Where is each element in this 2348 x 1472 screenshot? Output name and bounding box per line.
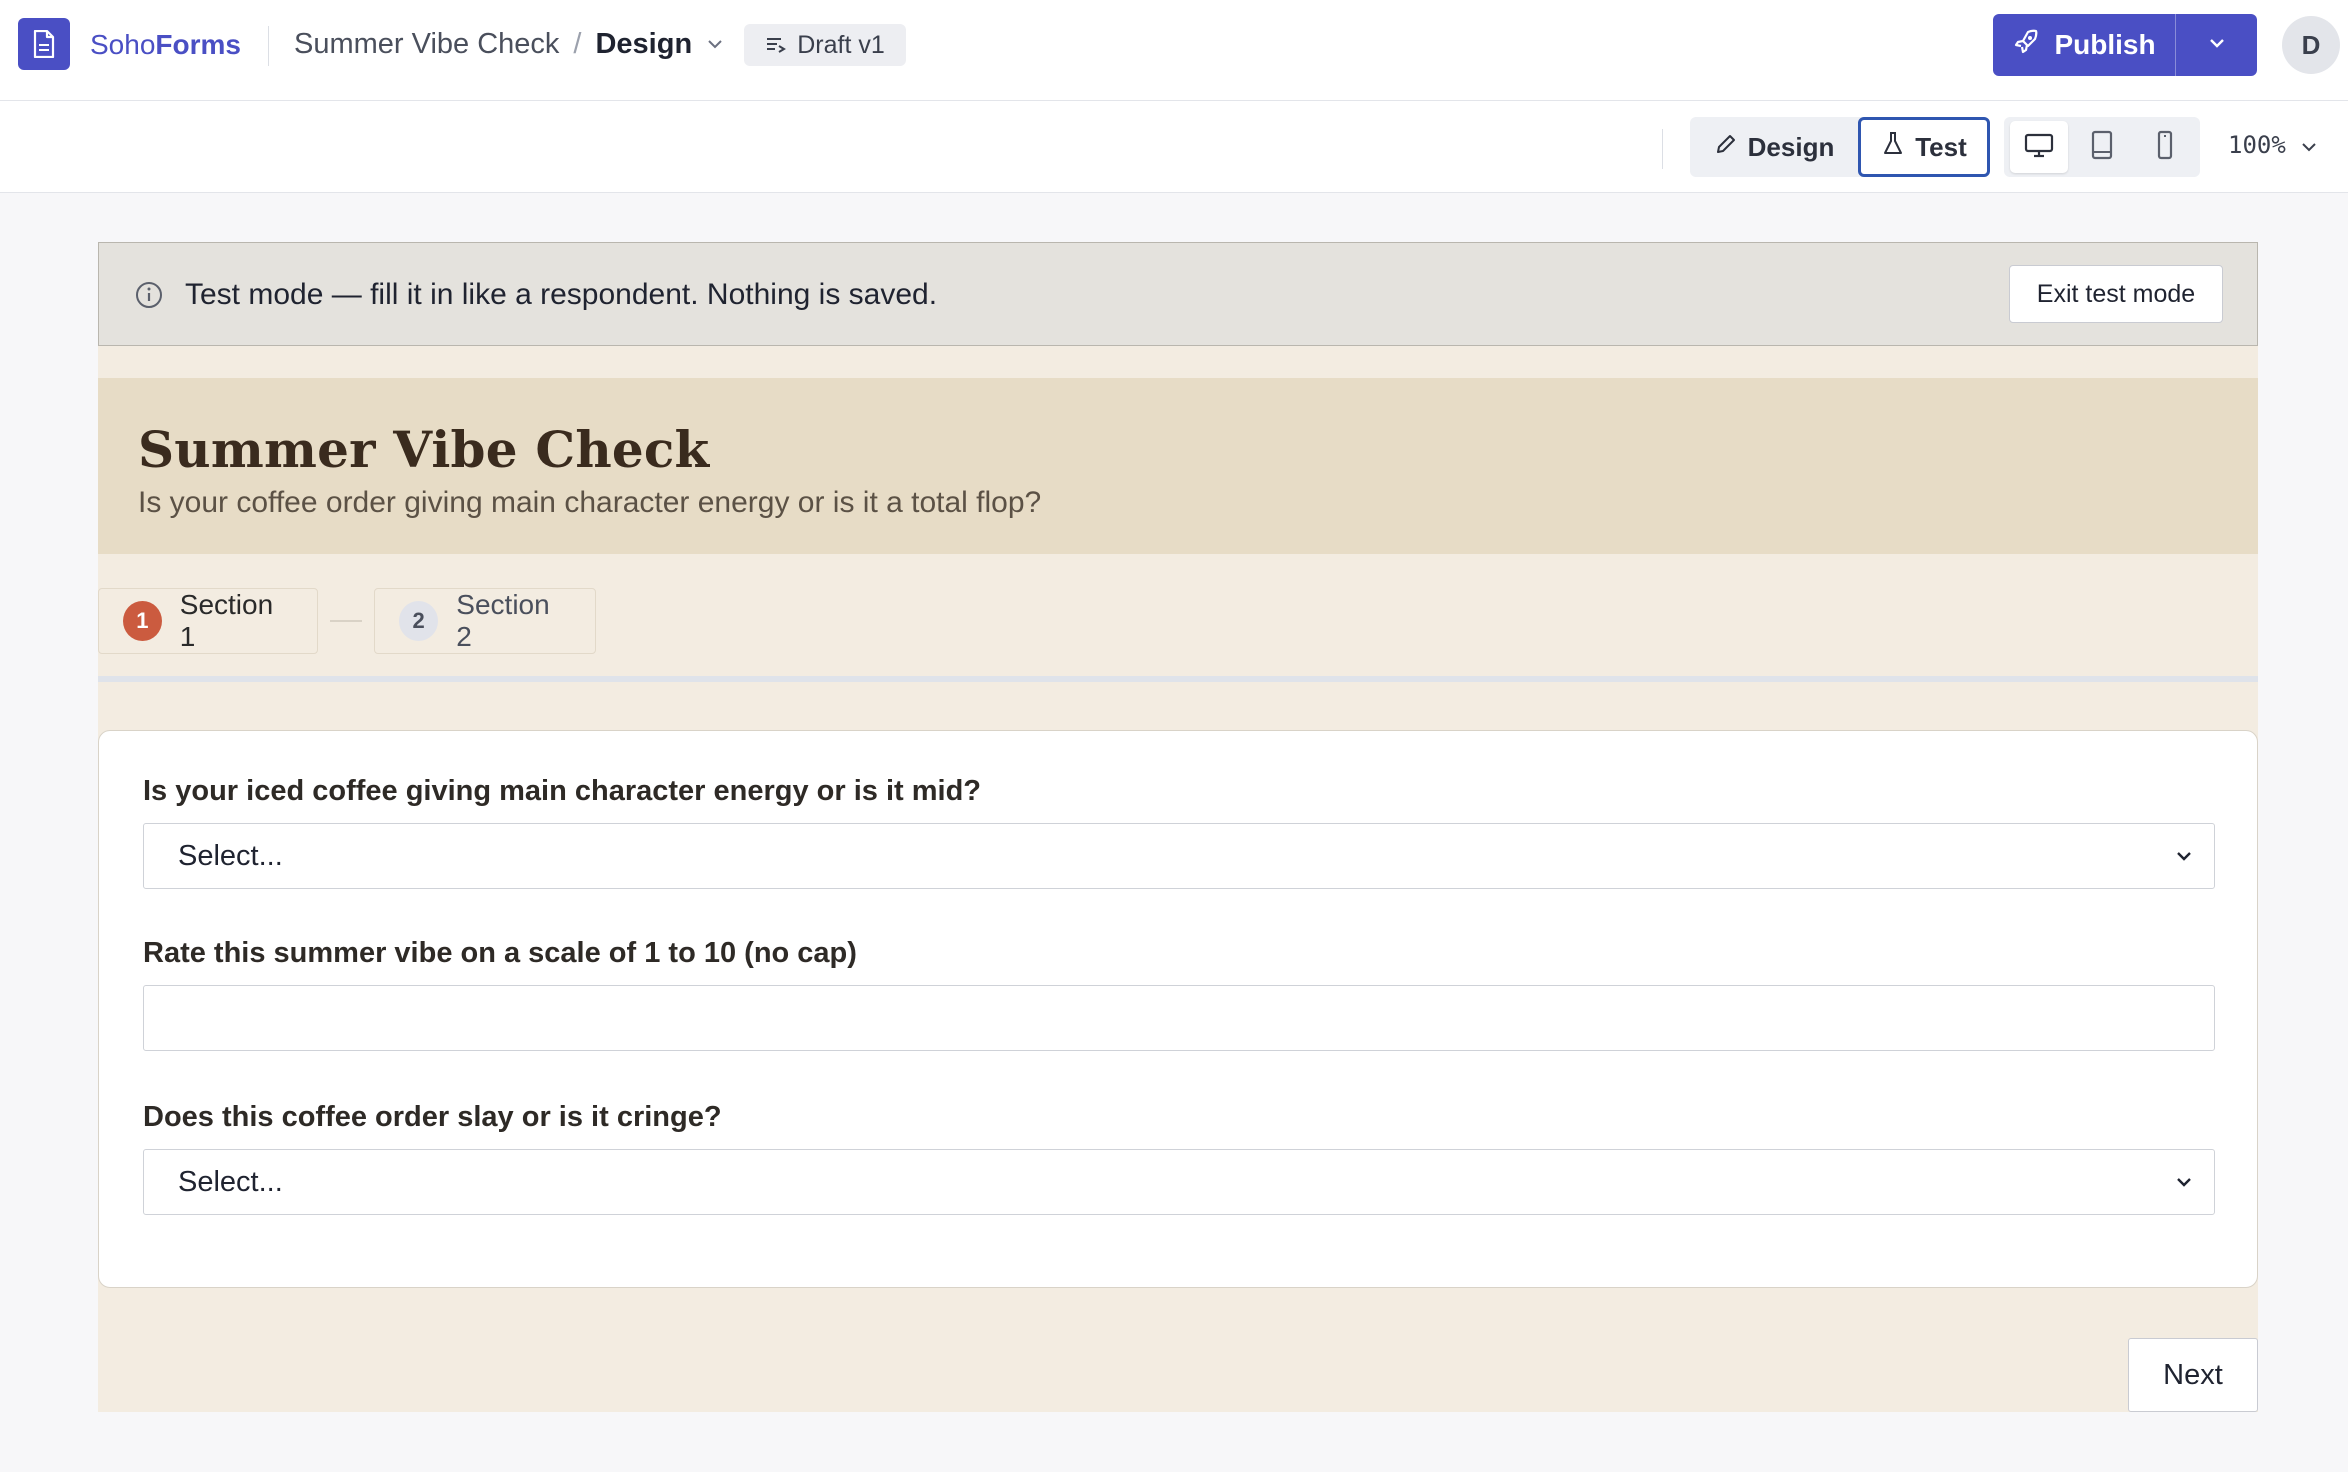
breadcrumb-separator: / [573,28,582,60]
test-mode-message: Test mode — fill it in like a respondent… [185,278,938,311]
info-icon [135,281,163,314]
step-label: Section 2 [456,589,550,652]
top-bar: SohoForms Summer Vibe Check / Design Dra… [0,0,2348,101]
draft-version-label: Draft v1 [797,30,885,59]
select-value: Select... [178,1166,283,1198]
step-connector [330,620,362,622]
question-1-select[interactable]: Select... [143,823,2215,889]
divider [268,26,269,66]
select-value: Select... [178,840,283,872]
form-subtitle: Is your coffee order giving main charact… [138,486,1042,519]
question-label: Is your iced coffee giving main characte… [143,775,982,807]
step-number: 1 [123,601,162,641]
design-mode-label: Design [1747,131,1835,162]
rocket-icon [2012,28,2040,63]
device-preview-switcher [2004,117,2200,177]
chevron-down-icon [2207,36,2227,54]
avatar[interactable]: D [2282,16,2340,74]
flask-icon [1881,131,1905,164]
question-label: Rate this summer vibe on a scale of 1 to… [143,937,857,969]
test-mode-button[interactable]: Test [1858,117,1990,177]
chevron-down-icon [2300,131,2318,159]
test-mode-label: Test [1915,131,1967,162]
editor-toolbar: Design Test 100% [0,101,2348,193]
draft-version-badge[interactable]: Draft v1 [744,24,906,66]
question-2-input[interactable] [143,985,2215,1051]
chevron-down-icon [2174,846,2194,871]
section-step-1[interactable]: 1 Section 1 [98,588,318,654]
publish-options-button[interactable] [2175,14,2257,76]
desktop-preview-button[interactable] [2010,121,2068,173]
tablet-preview-button[interactable] [2073,121,2131,173]
breadcrumb-current-view[interactable]: Design [595,26,692,62]
mode-switcher: Design Test [1690,117,1990,177]
publish-label: Publish [2054,29,2156,60]
progress-bar [98,676,2258,682]
breadcrumb-form-name[interactable]: Summer Vibe Check [294,26,559,62]
brand-name-light: Soho [90,29,156,60]
desktop-icon [2024,132,2054,163]
question-card: Is your iced coffee giving main characte… [98,730,2258,1288]
exit-test-mode-button[interactable]: Exit test mode [2009,265,2223,323]
zoom-control[interactable]: 100% [2228,131,2318,159]
mobile-icon [2155,130,2175,165]
mobile-preview-button[interactable] [2136,121,2194,173]
question-label: Does this coffee order slay or is it cri… [143,1101,722,1133]
publish-button-group: Publish [1993,14,2257,76]
form-preview: Summer Vibe Check Is your coffee order g… [98,346,2258,1412]
chevron-down-icon [2174,1172,2194,1197]
draft-lines-icon [765,31,787,60]
zoom-level: 100% [2228,131,2286,159]
step-label: Section 1 [179,589,274,652]
tablet-icon [2090,130,2114,165]
test-mode-banner: Test mode — fill it in like a respondent… [98,242,2258,346]
step-number: 2 [399,601,439,641]
publish-button[interactable]: Publish [1993,14,2175,76]
divider [1662,129,1663,169]
section-step-2[interactable]: 2 Section 2 [374,588,596,654]
pencil-icon [1714,132,1738,163]
breadcrumb: Summer Vibe Check / Design [294,26,724,62]
design-mode-button[interactable]: Design [1690,117,1858,177]
next-button[interactable]: Next [2128,1338,2258,1412]
form-header: Summer Vibe Check Is your coffee order g… [98,378,2258,554]
chevron-down-icon[interactable] [706,38,724,50]
question-3-select[interactable]: Select... [143,1149,2215,1215]
form-title: Summer Vibe Check [138,420,710,479]
brand-name-bold: Forms [155,29,241,60]
logo-icon[interactable] [18,18,70,70]
brand-name[interactable]: SohoForms [90,28,241,62]
